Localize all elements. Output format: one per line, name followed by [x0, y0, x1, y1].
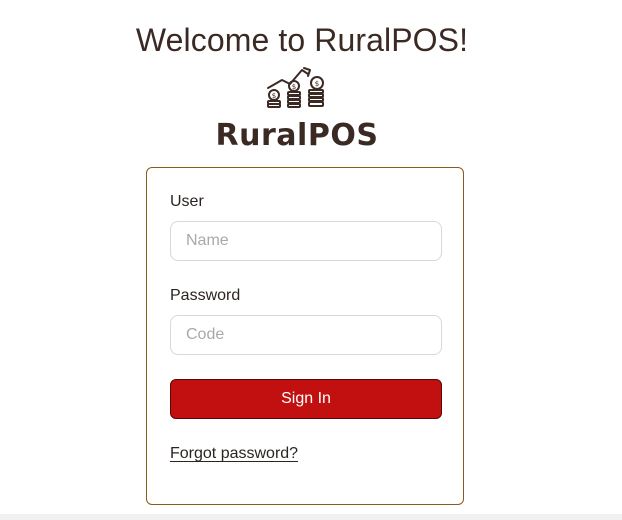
- login-card: User Password Sign In Forgot password?: [146, 167, 464, 505]
- user-label: User: [170, 193, 204, 210]
- forgot-password-link[interactable]: Forgot password?: [170, 445, 298, 463]
- welcome-heading: Welcome to RuralPOS!: [135, 22, 469, 58]
- password-label: Password: [170, 287, 241, 304]
- bottom-scroll-strip: [0, 514, 622, 520]
- coins-growth-icon: $ $ $: [262, 64, 332, 108]
- password-input[interactable]: [170, 315, 442, 355]
- svg-text:$: $: [272, 92, 276, 100]
- brand-name: RuralPOS: [215, 118, 379, 153]
- user-input[interactable]: [170, 221, 442, 261]
- sign-in-button[interactable]: Sign In: [170, 379, 442, 419]
- svg-text:$: $: [292, 83, 296, 91]
- svg-text:$: $: [315, 80, 319, 88]
